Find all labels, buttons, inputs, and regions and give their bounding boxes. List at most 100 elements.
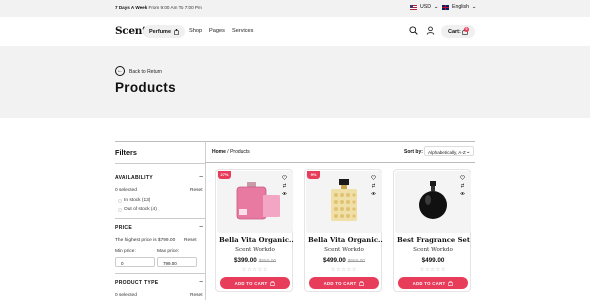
product-vendor: Scent Workdo xyxy=(324,247,364,253)
divider xyxy=(115,163,205,164)
cart-count-badge: 0 xyxy=(464,27,469,32)
heart-icon[interactable] xyxy=(371,175,376,180)
promo-days: 7 Days A Week xyxy=(115,5,148,10)
max-price-input[interactable]: 799.00 xyxy=(157,257,197,267)
language-label: English xyxy=(452,4,470,10)
product-card[interactable]: 9% Bella Vita Organic... Scent Workdo $4… xyxy=(304,169,383,292)
old-price: $550.00 xyxy=(258,259,277,264)
rating-stars: ☆☆☆☆☆ xyxy=(419,267,447,273)
product-price: $399.00 $550.00 xyxy=(216,257,294,264)
filter-price-heading[interactable]: PRICE xyxy=(115,225,132,231)
sort-label: Sort by: xyxy=(404,149,423,155)
add-to-cart-button[interactable]: ADD TO CART xyxy=(309,277,379,289)
product-card[interactable]: 27% Bella Vita Organic... Scent Workdo $… xyxy=(215,169,294,292)
back-button[interactable]: ← xyxy=(115,66,125,76)
divider xyxy=(205,162,475,163)
breadcrumb-current: Products xyxy=(230,149,250,155)
sort-value: Alphabetically, A-Z xyxy=(428,150,466,155)
add-to-cart-label: ADD TO CART xyxy=(323,280,357,286)
card-actions xyxy=(459,175,466,196)
add-to-cart-button[interactable]: ADD TO CART xyxy=(398,277,468,289)
heart-icon[interactable] xyxy=(460,175,465,180)
nav-services[interactable]: Services xyxy=(232,28,253,34)
product-title[interactable]: Bella Vita Organic... xyxy=(305,236,383,244)
discount-badge: 9% xyxy=(307,171,320,179)
chevron-down-icon: ⌄ xyxy=(465,149,471,155)
filters-title: Filters xyxy=(115,148,137,157)
product-vendor: Scent Workdo xyxy=(235,247,275,253)
promo-text: 7 Days A Week From 9:00 Am To 7:00 Pm xyxy=(115,5,202,10)
currency-label: USD xyxy=(420,4,431,10)
eye-icon[interactable] xyxy=(460,191,465,196)
back-label[interactable]: Back to Return xyxy=(129,69,162,75)
card-actions xyxy=(281,175,288,196)
product-type-reset-link[interactable]: Reset xyxy=(190,293,203,298)
max-price-label: Max price: xyxy=(157,249,180,254)
eye-icon[interactable] xyxy=(371,191,376,196)
arrow-left-icon: ← xyxy=(117,68,123,74)
price-highest-text: The highest price is $799.00 xyxy=(115,238,176,243)
sort-select[interactable]: Alphabetically, A-Z ⌄ xyxy=(424,146,474,156)
filter-product-type-heading[interactable]: PRODUCT TYPE xyxy=(115,280,159,286)
out-of-stock-label[interactable]: Out of stock (4) xyxy=(124,207,157,212)
search-icon[interactable] xyxy=(409,26,418,35)
availability-reset-link[interactable]: Reset xyxy=(190,188,203,193)
nav-pages[interactable]: Pages xyxy=(209,28,225,34)
discount-badge: 27% xyxy=(218,171,231,179)
cart-bag-icon xyxy=(270,280,276,286)
heart-icon[interactable] xyxy=(282,175,287,180)
us-flag-icon xyxy=(410,4,417,10)
price-reset-link[interactable]: Reset xyxy=(184,238,197,243)
compare-icon[interactable] xyxy=(371,183,376,188)
rating-stars: ☆☆☆☆☆ xyxy=(330,267,358,273)
product-card[interactable]: Best Fragrance Set fo... Scent Workdo $4… xyxy=(393,169,472,292)
product-price: $499.00 $550.00 xyxy=(305,257,383,264)
cart-button[interactable]: Cart: 0 xyxy=(441,25,475,38)
compare-icon[interactable] xyxy=(460,183,465,188)
chevron-down-icon: ⌄ xyxy=(433,4,439,10)
product-vendor: Scent Workdo xyxy=(413,247,453,253)
language-selector[interactable]: English ⌄ xyxy=(442,4,477,10)
page-title: Products xyxy=(115,80,176,95)
divider xyxy=(115,218,205,219)
nav-shop[interactable]: Shop xyxy=(189,28,202,34)
breadcrumb: Home / Products xyxy=(212,149,250,155)
breadcrumb-home[interactable]: Home xyxy=(212,149,226,155)
divider xyxy=(205,141,206,300)
old-price: $550.00 xyxy=(347,259,366,264)
in-stock-checkbox[interactable] xyxy=(118,199,122,203)
add-to-cart-button[interactable]: ADD TO CART xyxy=(220,277,290,289)
page-hero: ← Back to Return Products xyxy=(0,46,590,118)
out-of-stock-checkbox[interactable] xyxy=(118,208,122,212)
top-bar: 7 Days A Week From 9:00 Am To 7:00 Pm US… xyxy=(0,0,590,17)
in-stock-label[interactable]: In stock (13) xyxy=(124,198,150,203)
cart-label: Cart: xyxy=(448,28,461,35)
site-header: Scent. Perfume Shop Pages Services Cart:… xyxy=(0,17,590,46)
product-price: $499.00 xyxy=(394,257,472,264)
collapse-toggle-icon[interactable]: − xyxy=(199,224,203,231)
compare-icon[interactable] xyxy=(282,183,287,188)
cart-bag-icon xyxy=(448,280,454,286)
current-price: $399.00 xyxy=(233,257,257,264)
product-title[interactable]: Best Fragrance Set fo... xyxy=(394,236,472,244)
user-icon[interactable] xyxy=(426,26,435,35)
availability-selected-count: 0 selected xyxy=(115,188,137,193)
nav-perfume[interactable]: Perfume xyxy=(143,25,186,38)
currency-selector[interactable]: USD ⌄ xyxy=(410,4,439,10)
min-price-label: Min price: xyxy=(115,249,136,254)
divider xyxy=(115,273,205,274)
cart-bag-icon xyxy=(359,280,365,286)
min-price-input[interactable]: 0 xyxy=(115,257,155,267)
collapse-toggle-icon[interactable]: − xyxy=(199,174,203,181)
perfume-bottle-icon xyxy=(174,28,179,35)
uk-flag-icon xyxy=(442,4,449,10)
nav-perfume-label: Perfume xyxy=(149,28,172,35)
current-price: $499.00 xyxy=(322,257,346,264)
divider xyxy=(115,141,475,142)
filter-availability-heading[interactable]: AVAILABILITY xyxy=(115,175,153,181)
eye-icon[interactable] xyxy=(282,191,287,196)
add-to-cart-label: ADD TO CART xyxy=(412,280,446,286)
promo-hours: From 9:00 Am To 7:00 Pm xyxy=(147,5,202,10)
collapse-toggle-icon[interactable]: − xyxy=(199,279,203,286)
product-title[interactable]: Bella Vita Organic... xyxy=(216,236,294,244)
